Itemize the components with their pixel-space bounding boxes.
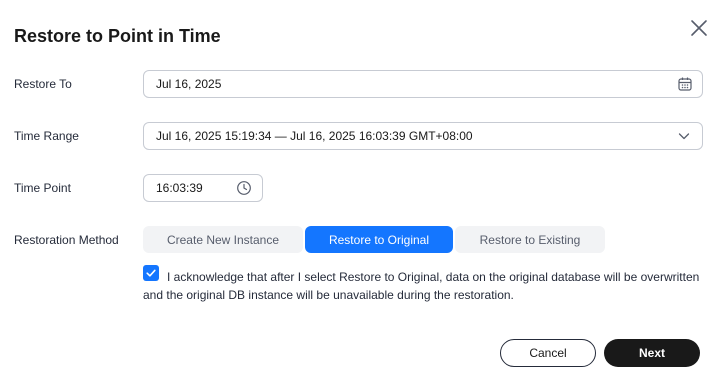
- restoration-method-label: Restoration Method: [14, 233, 119, 247]
- restore-to-value: Jul 16, 2025: [156, 77, 222, 91]
- option-create-new-instance[interactable]: Create New Instance: [143, 226, 303, 253]
- option-restore-to-original[interactable]: Restore to Original: [305, 226, 453, 253]
- cancel-button[interactable]: Cancel: [500, 339, 596, 367]
- time-point-input[interactable]: 16:03:39: [143, 174, 263, 202]
- option-restore-to-existing[interactable]: Restore to Existing: [455, 226, 605, 253]
- time-range-select[interactable]: Jul 16, 2025 15:19:34 — Jul 16, 2025 16:…: [143, 122, 703, 150]
- restore-to-date-field[interactable]: Jul 16, 2025: [143, 70, 703, 98]
- time-point-label: Time Point: [14, 181, 71, 195]
- time-range-value: Jul 16, 2025 15:19:34 — Jul 16, 2025 16:…: [156, 129, 473, 143]
- acknowledge-text: I acknowledge that after I select Restor…: [143, 270, 700, 302]
- dialog-title: Restore to Point in Time: [14, 26, 221, 46]
- next-button[interactable]: Next: [604, 339, 700, 367]
- chevron-down-icon[interactable]: [677, 129, 691, 143]
- restore-to-label: Restore To: [14, 77, 72, 91]
- close-icon[interactable]: [688, 17, 710, 39]
- calendar-icon[interactable]: [677, 76, 693, 92]
- clock-icon[interactable]: [236, 180, 252, 196]
- time-range-label: Time Range: [14, 129, 79, 143]
- restore-dialog: Restore to Point in Time Restore To Jul …: [0, 0, 715, 385]
